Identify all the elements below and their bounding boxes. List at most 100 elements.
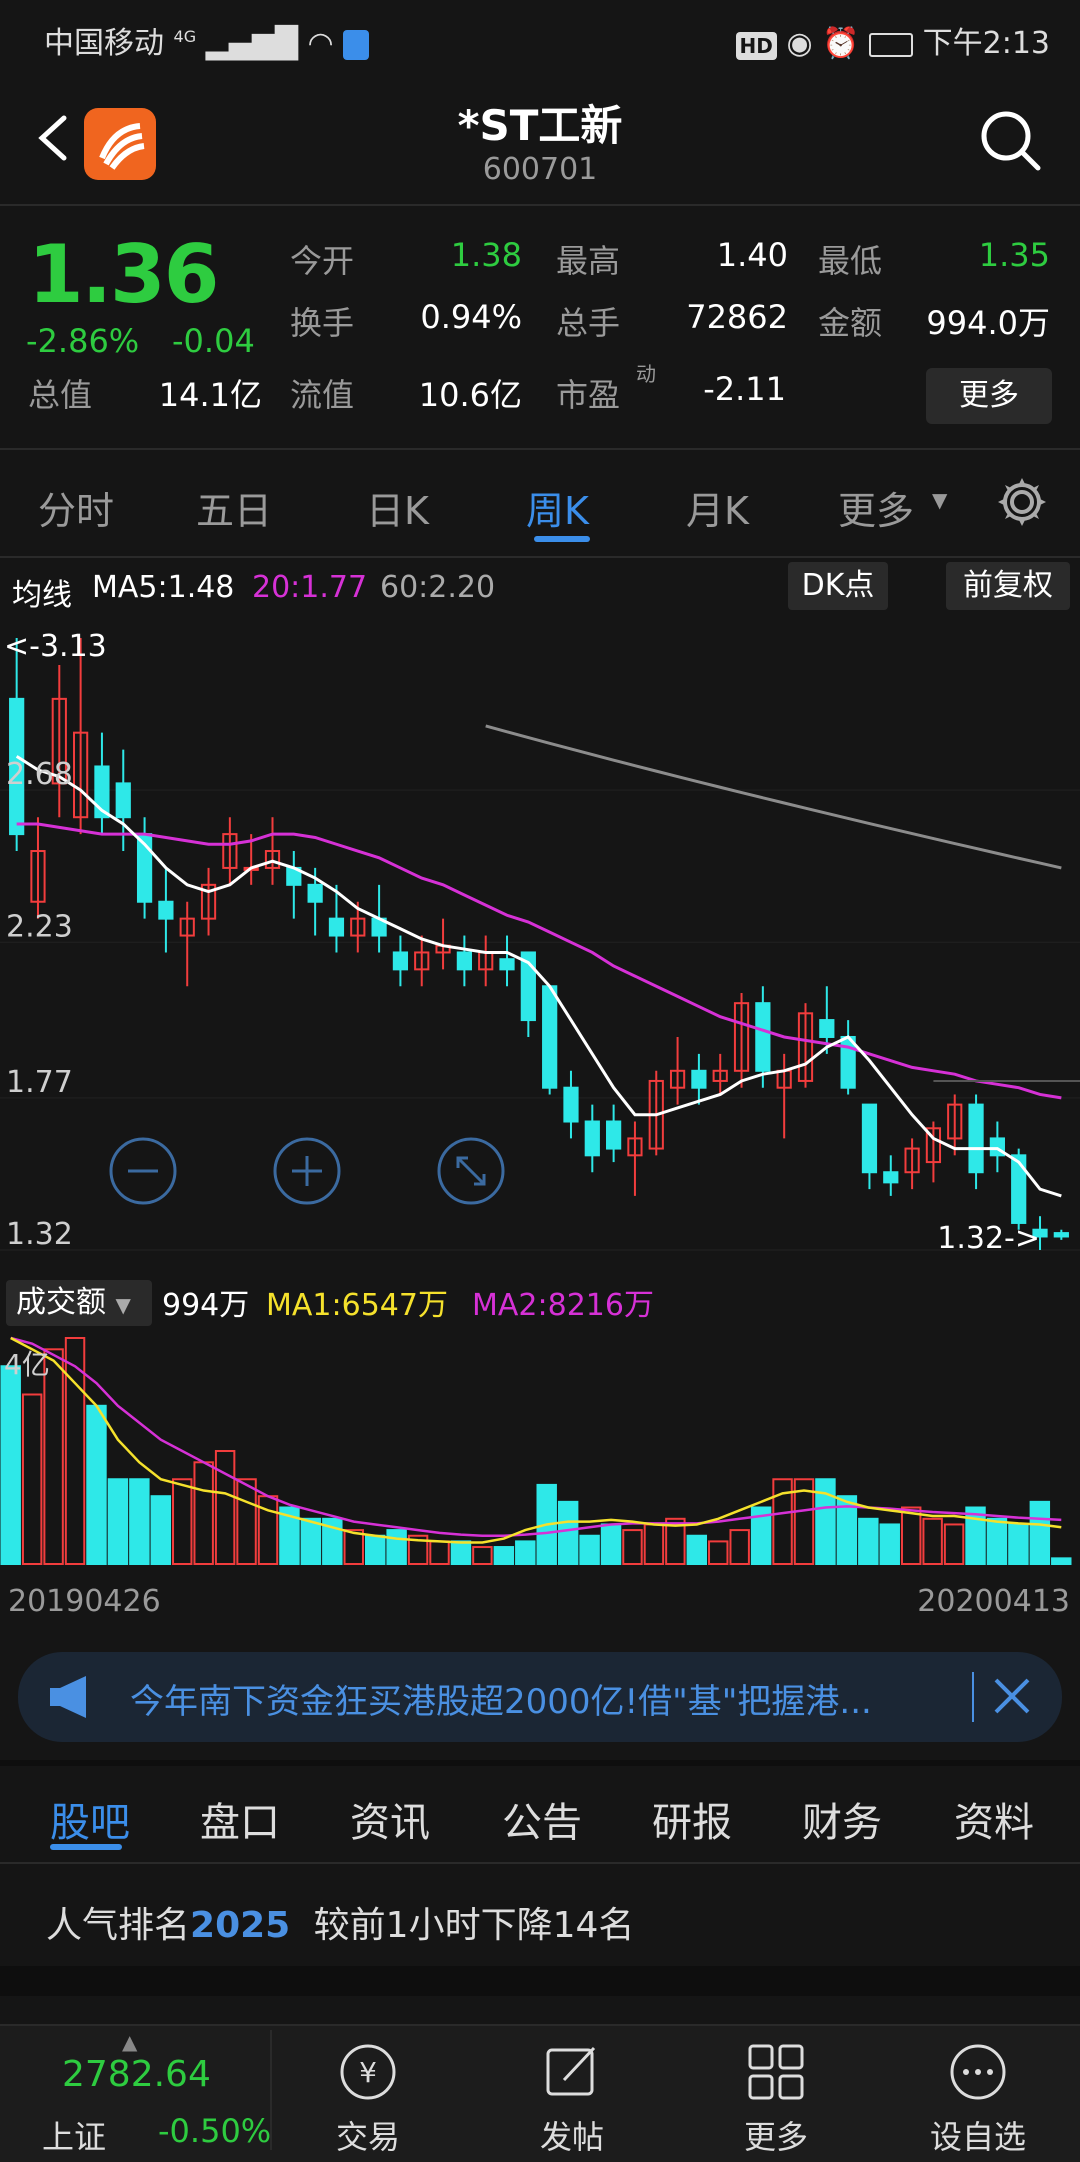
volume-bar (858, 1517, 879, 1566)
price-axis-label: 2.23 (6, 909, 73, 944)
quote-value: 0.94% (420, 298, 522, 336)
battery-icon (869, 32, 914, 57)
volume-current: 994万 (162, 1288, 250, 1323)
change-percent: -2.86% (26, 322, 140, 360)
eye-icon: ◉ (786, 26, 813, 61)
tab-period[interactable]: 日K (366, 480, 429, 535)
news-close-button[interactable] (990, 1674, 1034, 1718)
quote-label: 最高 (556, 242, 621, 280)
quote-value: 1.38 (450, 236, 522, 274)
volume-bar (1029, 1500, 1051, 1566)
volume-bar (472, 1546, 493, 1566)
nav-item[interactable]: 设自选 (908, 2112, 1048, 2158)
index-value[interactable]: 2782.64 (62, 2054, 211, 2095)
more-quote-button[interactable]: 更多 (926, 368, 1052, 424)
adjust-mode-button[interactable]: 前复权 (946, 562, 1070, 610)
clock-label: 下午2:13 (922, 26, 1050, 61)
volume-bar (450, 1540, 472, 1565)
volume-ma2: MA2:8216万 (472, 1288, 654, 1323)
volume-ma1: MA1:6547万 (266, 1288, 448, 1323)
candle-body (456, 951, 472, 971)
chevron-left-icon (38, 115, 67, 161)
section-tab[interactable]: 公告 (502, 1790, 582, 1848)
section-tab-underline (50, 1844, 122, 1850)
tab-period[interactable]: 更多 (838, 480, 914, 535)
quote-label: 市盈 (556, 376, 621, 414)
caret-down-icon: ▼ (932, 488, 948, 512)
caret-down-icon: ▼ (115, 1293, 131, 1317)
index-name: 上证 (42, 2118, 107, 2156)
megaphone-icon (46, 1672, 96, 1726)
quote-label: 今开 (290, 242, 355, 280)
candle-body (542, 985, 558, 1089)
candle-body (883, 1171, 899, 1184)
section-tab[interactable]: 资料 (954, 1790, 1034, 1848)
tabs-divider (0, 556, 1080, 558)
app-logo (84, 108, 156, 180)
section-tab[interactable]: 股吧 (50, 1790, 130, 1848)
dk-point-button[interactable]: DK点 (788, 562, 888, 610)
volume-bar (257, 1495, 279, 1565)
volume-bar (900, 1506, 922, 1565)
chart-settings-button[interactable] (994, 474, 1050, 534)
volume-bar (515, 1540, 536, 1565)
section-tab[interactable]: 盘口 (200, 1790, 280, 1848)
gear-icon (998, 478, 1046, 526)
candle-body (691, 1069, 707, 1089)
plus-circle-icon (273, 1137, 341, 1205)
active-tab-underline (534, 536, 590, 542)
low-marker: 1.32-> (937, 1221, 1040, 1256)
nav-divider (270, 2030, 272, 2150)
volume-bar (922, 1517, 943, 1566)
section-tab[interactable]: 研报 (652, 1790, 732, 1848)
header-divider (0, 204, 1080, 206)
volume-bar (579, 1534, 600, 1565)
network-label: 4G (173, 27, 197, 46)
search-icon (981, 111, 1041, 171)
expand-icon (437, 1137, 505, 1205)
rank-number: 2025 (190, 1905, 291, 1946)
quote-value: -2.11 (703, 370, 786, 408)
current-price: 1.36 (28, 228, 219, 321)
tab-period[interactable]: 五日 (196, 480, 272, 535)
start-date: 20190426 (8, 1584, 161, 1619)
volume-axis-label: 4亿 (4, 1348, 50, 1381)
tab-period[interactable]: 月K (686, 480, 749, 535)
nav-item[interactable]: 交易 (298, 2112, 438, 2158)
candle-body (861, 1103, 878, 1174)
volume-bar (1008, 1523, 1029, 1565)
quote-divider (0, 448, 1080, 450)
trade-icon: ¥ (336, 2040, 400, 2108)
carrier-label: 中国移动 4G ▂▄▆█ ◠ (44, 18, 370, 62)
volume-bar (364, 1534, 386, 1565)
ma20-line (16, 822, 1062, 1100)
fullscreen-button[interactable] (436, 1136, 506, 1206)
volume-indicator-select[interactable]: 成交额 ▼ (6, 1280, 152, 1326)
nav-item[interactable]: 发帖 (502, 2112, 642, 2158)
quote-value: 1.40 (716, 236, 788, 274)
news-headline[interactable]: 今年南下资金狂买港股超2000亿!借"基"把握港... (130, 1674, 950, 1723)
index-change: -0.50% (158, 2112, 272, 2150)
candle-body (158, 900, 174, 920)
back-button[interactable] (24, 108, 84, 168)
volume-bar (879, 1523, 900, 1565)
quote-label: 金额 (818, 304, 883, 342)
post-icon (540, 2040, 604, 2108)
search-button[interactable] (976, 106, 1046, 176)
volume-bar (193, 1461, 214, 1565)
zoom-in-button[interactable] (272, 1136, 342, 1206)
nav-item[interactable]: 更多 (706, 2112, 846, 2158)
candle-body (840, 1035, 856, 1089)
high-marker: <-3.13 (4, 629, 107, 664)
section-tab[interactable]: 资讯 (350, 1790, 430, 1848)
volume-bar (1051, 1557, 1072, 1566)
wifi-icon: ◠ (307, 26, 334, 61)
volume-chart[interactable]: 4亿 (0, 1334, 1080, 1568)
tab-period[interactable]: 分时 (38, 480, 114, 535)
section-tab[interactable]: 财务 (802, 1790, 882, 1848)
volume-bar (86, 1404, 107, 1565)
candle-body (499, 958, 515, 971)
zoom-out-button[interactable] (108, 1136, 178, 1206)
brand-logo-icon (99, 123, 145, 170)
tab-period[interactable]: 周K (526, 480, 589, 535)
